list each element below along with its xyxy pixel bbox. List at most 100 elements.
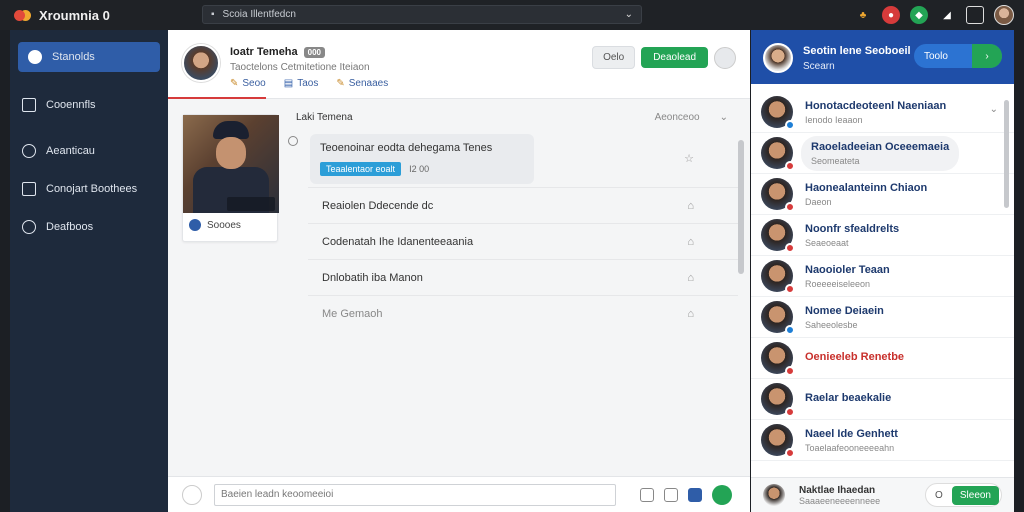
chevron-down-icon[interactable]: ⌄ (720, 112, 728, 123)
profile-link-2[interactable]: ▤ Taos (284, 78, 319, 89)
list-item[interactable]: Reaiolen Ddecende dc ⌂ (308, 188, 738, 224)
notification-icon[interactable]: ● (882, 6, 900, 24)
message-count: I2 00 (409, 163, 430, 174)
contact-item[interactable]: Nomee Deiaein Saheeolesbe (751, 297, 1014, 338)
message-meta: Teaalentaor eoalt I2 00 (320, 161, 524, 176)
sidebar-item-stanolds[interactable]: Stanolds (18, 42, 160, 72)
link-label: Taos (297, 78, 319, 89)
profile-avatar[interactable] (182, 44, 220, 82)
sidebar-item-deafboos[interactable]: Deafboos (10, 212, 168, 242)
sidebar-item-conojart[interactable]: Conojart Boothees (10, 174, 168, 204)
contact-name: Oenieeleb Renetbe (805, 350, 905, 363)
contact-item[interactable]: Noonfr sfealdrelts Seaeoeaat (751, 215, 1014, 256)
list-scrollbar[interactable] (738, 140, 744, 274)
list-item-text: Codenatah Ihe Idanenteeaania (322, 235, 474, 248)
switch-right[interactable]: Sleeon (951, 485, 999, 505)
contact-avatar[interactable] (761, 342, 795, 376)
contacts-pill[interactable]: Toolo › (914, 44, 1002, 68)
primary-button[interactable]: Deaolead (641, 47, 708, 68)
contact-avatar[interactable] (761, 260, 795, 294)
sidebar-item-cooennfls[interactable]: Cooennfls (10, 90, 168, 120)
search-icon[interactable] (288, 136, 298, 146)
sidebar-item-label: Conojart Boothees (46, 183, 138, 195)
pin-icon[interactable]: ⌂ (687, 272, 694, 284)
profile-links: ✎ Seoo ▤ Taos ✎ Senaaes (230, 78, 388, 89)
profile-link-1[interactable]: ✎ Seoo (230, 78, 266, 89)
arrow-icon[interactable]: › (972, 44, 1002, 68)
photo-face (216, 137, 246, 169)
contact-avatar[interactable] (761, 96, 795, 130)
link-label: Senaaes (348, 78, 389, 89)
settings-icon[interactable] (714, 46, 736, 69)
contact-avatar[interactable] (761, 301, 795, 335)
contact-item[interactable]: Naeel Ide Genhett Toaelaafeooneeeeahn (751, 420, 1014, 461)
message-tag[interactable]: Teaalentaor eoalt (320, 161, 402, 176)
send-button[interactable] (712, 484, 732, 505)
compose-bar: Baeien leadn keoomeeioi (168, 476, 750, 512)
message-list: Teoenoinar eodta dehegama Tenes Teaalent… (308, 130, 738, 332)
contact-item[interactable]: Haonealanteinn Chiaon Daeon (751, 174, 1014, 215)
contact-avatar[interactable] (761, 424, 795, 458)
list-item[interactable]: Teoenoinar eodta dehegama Tenes Teaalent… (308, 130, 738, 188)
contact-avatar[interactable] (761, 383, 795, 417)
extension-icon[interactable]: ♣ (854, 6, 872, 24)
secondary-button[interactable]: Oelo (592, 46, 636, 69)
chat-icon[interactable] (664, 487, 678, 502)
contact-avatar[interactable] (761, 219, 795, 253)
edit-icon: ✎ (336, 78, 345, 89)
contact-name: Raelar beaekalie (805, 391, 892, 404)
status-icon[interactable]: ◆ (910, 6, 928, 24)
contacts-scrollbar[interactable] (1004, 100, 1009, 208)
contact-name: Honotacdeoteenl Naeniaan (805, 99, 947, 112)
contact-avatar[interactable] (761, 178, 795, 212)
home-icon (28, 50, 42, 64)
message-input[interactable]: Baeien leadn keoomeeioi (214, 483, 616, 506)
app-icon[interactable] (688, 487, 702, 502)
contact-msg: Saheeolesbe (805, 319, 858, 330)
media-icon (189, 219, 201, 231)
list-item[interactable]: Codenatah Ihe Idanenteeaania ⌂ (308, 224, 738, 260)
user-avatar[interactable] (994, 5, 1014, 25)
contacts-header: Seotin lene Seoboeil Scearn Toolo › (751, 30, 1014, 84)
pin-icon[interactable]: ⌂ (687, 236, 694, 248)
contact-item[interactable]: Naooioler Teaan Roeeeeiseleeon (751, 256, 1014, 297)
contact-item[interactable]: Oenieeleb Renetbe (751, 338, 1014, 379)
pin-icon[interactable]: ☆ (684, 152, 694, 165)
list-item[interactable]: Me Gemaoh ⌂ (308, 296, 738, 332)
list-item[interactable]: Dnlobatih iba Manon ⌂ (308, 260, 738, 296)
contact-item[interactable]: Raelar beaekalie (751, 379, 1014, 420)
profile-subtitle: Taoctelons Cetmitetione Iteiaon (230, 62, 370, 73)
message-bubble: Teoenoinar eodta dehegama Tenes Teaalent… (310, 133, 534, 184)
house-icon (22, 98, 36, 112)
contact-name: Haonealanteinn Chiaon (805, 181, 928, 194)
media-card[interactable]: Soooes (182, 114, 279, 242)
pin-icon[interactable]: ⌂ (687, 308, 694, 320)
footer-avatar[interactable] (763, 484, 785, 506)
footer-switch[interactable]: O Sleeon (924, 483, 1002, 507)
sidebar-item-label: Stanolds (52, 51, 95, 63)
contact-avatar[interactable] (761, 137, 795, 171)
footer-msg: Saaaeeneeeenneee (799, 495, 881, 506)
chevron-down-icon[interactable]: ⌄ (625, 9, 633, 20)
contact-item[interactable]: Honotacdeoteenl Naeniaan Ienodo Ieaaon (751, 92, 1014, 133)
footer-text: Naktlae Ihaedan Saaaeeneeeenneee (799, 485, 880, 506)
pin-icon[interactable]: ⌂ (687, 200, 694, 212)
profile-header: Ioatr Temeha 000 Taoctelons Cetmitetione… (168, 30, 750, 99)
status-dot (785, 161, 795, 171)
contacts-title: Seotin lene Seoboeil (803, 45, 911, 57)
profile-link-3[interactable]: ✎ Senaaes (336, 78, 388, 89)
sidebar: Stanolds Cooennfls Aeanticau Conojart Bo… (10, 30, 168, 512)
sidebar-item-aeanticau[interactable]: Aeanticau (10, 136, 168, 166)
attach-icon[interactable] (182, 484, 202, 505)
media-label-text: Soooes (207, 219, 241, 231)
camera-icon[interactable] (640, 487, 654, 502)
list-item-text: Reaiolen Ddecende dc (322, 199, 434, 212)
main-panel: Ioatr Temeha 000 Taoctelons Cetmitetione… (168, 30, 750, 512)
contacts-avatar[interactable] (763, 43, 793, 73)
contact-text: Oenieeleb Renetbe (805, 351, 904, 366)
network-icon[interactable]: ◢ (938, 6, 956, 24)
contact-item[interactable]: Raoeladeeian Oceeemaeia Seomeateta (751, 133, 1014, 174)
address-bar[interactable]: ▪ Scoia Illentfedcn ⌄ (202, 5, 642, 24)
top-icons: ♣ ● ◆ ◢ (854, 5, 1014, 25)
window-icon[interactable] (966, 6, 984, 24)
